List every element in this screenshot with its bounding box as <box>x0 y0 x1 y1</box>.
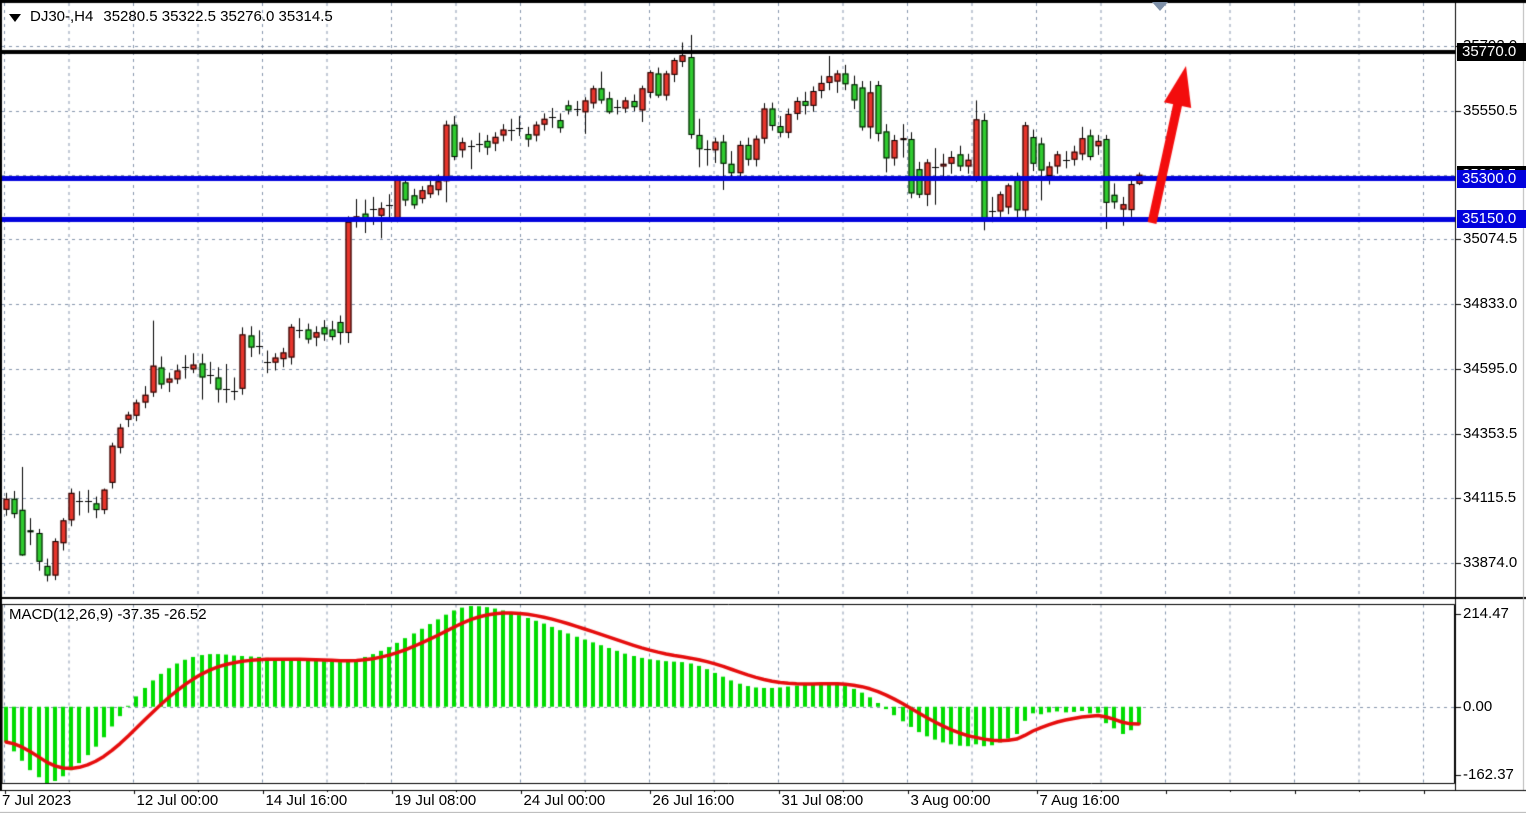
symbol-period-label: DJ30-,H4 <box>30 8 93 25</box>
time-axis-tick-label: 7 Jul 2023 <box>2 793 71 809</box>
price-chart-canvas[interactable] <box>0 0 1526 813</box>
level-price-box[interactable]: 35300.0 <box>1457 170 1526 188</box>
time-axis-tick-label: 19 Jul 08:00 <box>395 793 477 809</box>
time-axis-tick-label: 7 Aug 16:00 <box>1040 793 1120 809</box>
macd-axis-tick-label: -162.37 <box>1463 767 1514 783</box>
ohlc-values-label: 35280.5 35322.5 35276.0 35314.5 <box>103 8 332 25</box>
macd-indicator-label: MACD(12,26,9) -37.35 -26.52 <box>9 607 207 623</box>
macd-axis-tick-label: 0.00 <box>1463 699 1492 715</box>
price-axis-tick-label: 34595.0 <box>1463 361 1517 377</box>
time-axis-tick-label: 24 Jul 00:00 <box>524 793 606 809</box>
price-axis-tick-label: 35074.5 <box>1463 231 1517 247</box>
time-axis-tick-label: 31 Jul 08:00 <box>782 793 864 809</box>
price-axis-tick-label: 35550.5 <box>1463 103 1517 119</box>
level-price-box[interactable]: 35770.0 <box>1457 43 1526 61</box>
symbol-dropdown-icon[interactable] <box>9 14 21 22</box>
price-axis-tick-label: 34115.5 <box>1463 490 1516 506</box>
level-price-box[interactable]: 35150.0 <box>1457 210 1526 228</box>
time-axis-tick-label: 14 Jul 16:00 <box>266 793 348 809</box>
price-axis-tick-label: 33874.0 <box>1463 555 1517 571</box>
trading-chart-window: DJ30-,H4 35280.5 35322.5 35276.0 35314.5… <box>0 0 1526 813</box>
chart-title: DJ30-,H4 35280.5 35322.5 35276.0 35314.5 <box>9 8 333 25</box>
time-axis-tick-label: 3 Aug 00:00 <box>911 793 991 809</box>
time-axis-tick-label: 26 Jul 16:00 <box>653 793 735 809</box>
price-axis-tick-label: 34353.5 <box>1463 426 1517 442</box>
macd-axis-tick-label: 214.47 <box>1463 606 1509 622</box>
time-axis-tick-label: 12 Jul 00:00 <box>137 793 219 809</box>
chart-shift-marker-icon[interactable] <box>1152 2 1168 11</box>
price-axis-tick-label: 34833.0 <box>1463 296 1517 312</box>
